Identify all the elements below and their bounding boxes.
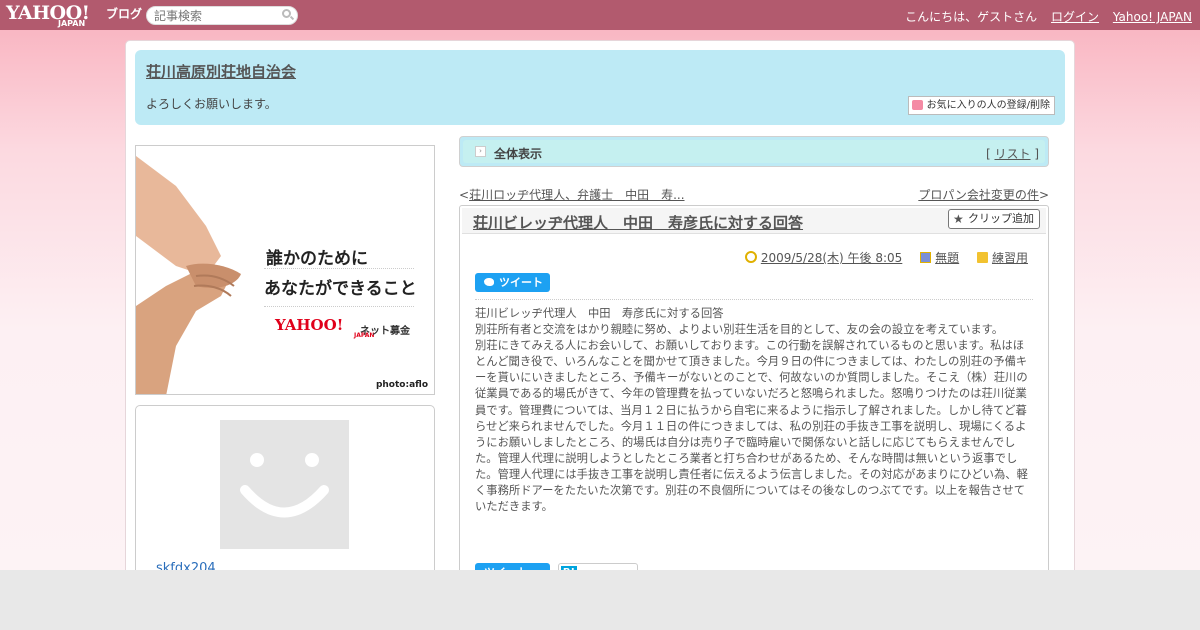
blog-title[interactable]: 荘川高原別荘地自治会 — [146, 61, 296, 82]
yahoo-blog-logo[interactable]: YAHOO! JAPAN ブログ — [6, 2, 142, 28]
prev-article-link[interactable]: 荘川ロッヂ代理人、弁護士 中田 寿... — [469, 188, 684, 202]
blog-container: 荘川高原別荘地自治会 よろしくお願いします。 お気に入りの人の登録/削除 誰かの… — [125, 40, 1075, 605]
prev-article-nav: <荘川ロッヂ代理人、弁護士 中田 寿... — [459, 186, 685, 203]
clip-button-label: クリップ追加 — [968, 212, 1034, 225]
banner-separator — [264, 268, 414, 269]
heart-icon — [911, 100, 923, 110]
next-article-link[interactable]: プロパン会社変更の件 — [918, 188, 1039, 202]
blog-description: よろしくお願いします。 — [146, 97, 277, 111]
prev-arrow: < — [459, 188, 470, 202]
tweet-button[interactable]: ツイート — [475, 273, 550, 292]
logo-blog: ブログ — [106, 7, 143, 21]
clip-button[interactable]: ★ クリップ追加 — [948, 209, 1040, 229]
yahoo-japan-link[interactable]: Yahoo! JAPAN — [1113, 10, 1192, 24]
donation-banner[interactable]: 誰かのために あなたができること YAHOO! JAPAN ネット募金 phot… — [135, 145, 435, 395]
search-box[interactable] — [146, 6, 298, 25]
list-nav: [ リスト ] — [986, 145, 1039, 162]
logo-sub: JAPAN — [58, 19, 86, 28]
banner-separator — [264, 306, 414, 307]
list-link[interactable]: リスト — [994, 147, 1030, 161]
article-title[interactable]: 荘川ビレッヂ代理人 中田 寿彦氏に対する回答 — [473, 212, 803, 233]
folder-icon — [976, 252, 988, 263]
article-header: 荘川ビレッヂ代理人 中田 寿彦氏に対する回答 ★ クリップ追加 — [462, 208, 1046, 234]
top-bar: YAHOO! JAPAN ブログ こんにちは、ゲストさん ログイン Yahoo!… — [0, 0, 1200, 30]
all-posts-label[interactable]: 全体表示 — [494, 145, 542, 162]
banner-line1: 誰かのために — [266, 249, 368, 269]
search-input[interactable] — [154, 8, 274, 23]
article-paragraph: 別荘にきてみえる人にお会いして、お願いしております。この行動を誤解されているもの… — [475, 339, 1028, 514]
favorite-button[interactable]: お気に入りの人の登録/削除 — [907, 96, 1055, 115]
banner-yahoo-logo: YAHOO! — [275, 316, 344, 334]
all-posts-bar-inner — [463, 140, 1045, 163]
bottom-area — [0, 570, 1200, 630]
clock-icon — [744, 251, 757, 263]
all-posts-bar: › 全体表示 [ リスト ] — [459, 136, 1049, 167]
divider — [475, 299, 1033, 300]
user-nav: こんにちは、ゲストさん ログイン Yahoo! JAPAN — [905, 8, 1192, 25]
article-category[interactable]: 練習用 — [992, 251, 1028, 265]
twitter-icon — [484, 278, 494, 286]
greeting-text: こんにちは、ゲストさん — [905, 10, 1038, 24]
next-article-nav: プロパン会社変更の件> — [918, 186, 1049, 203]
article: 荘川ビレッヂ代理人 中田 寿彦氏に対する回答 ★ クリップ追加 2009/5/2… — [459, 205, 1049, 585]
article-paragraph: 別荘所有者と交流をはかり親睦に努め、よりよい別荘生活を目的として、友の会の設立を… — [475, 323, 1004, 337]
favorite-button-label: お気に入りの人の登録/削除 — [926, 100, 1050, 111]
search-icon[interactable] — [282, 9, 291, 18]
login-link[interactable]: ログイン — [1051, 10, 1099, 24]
chevron-right-icon: › — [475, 146, 486, 157]
banner-credit: photo:aflo — [375, 380, 428, 390]
star-icon: ★ — [953, 212, 964, 226]
next-arrow: > — [1038, 188, 1049, 202]
article-paragraph: 荘川ビレッヂ代理人 中田 寿彦氏に対する回答 — [475, 307, 724, 320]
article-date[interactable]: 2009/5/28(木) 午後 8:05 — [761, 251, 902, 265]
article-meta: 2009/5/28(木) 午後 8:05 無題 練習用 — [731, 249, 1028, 266]
hands-image — [136, 156, 241, 394]
tweet-label: ツイート — [499, 276, 543, 289]
blog-header: 荘川高原別荘地自治会 よろしくお願いします。 お気に入りの人の登録/削除 — [135, 50, 1065, 125]
banner-donation-label: ネット募金 — [360, 326, 410, 337]
smiley-icon — [240, 453, 329, 518]
article-theme[interactable]: 無題 — [935, 251, 959, 265]
banner-line2: あなたができること — [264, 279, 417, 299]
list-bracket-close: ] — [1030, 147, 1039, 161]
book-icon — [920, 252, 932, 263]
avatar[interactable] — [220, 420, 349, 549]
article-body: 荘川ビレッヂ代理人 中田 寿彦氏に対する回答 別荘所有者と交流をはかり親睦に努め… — [475, 306, 1031, 515]
